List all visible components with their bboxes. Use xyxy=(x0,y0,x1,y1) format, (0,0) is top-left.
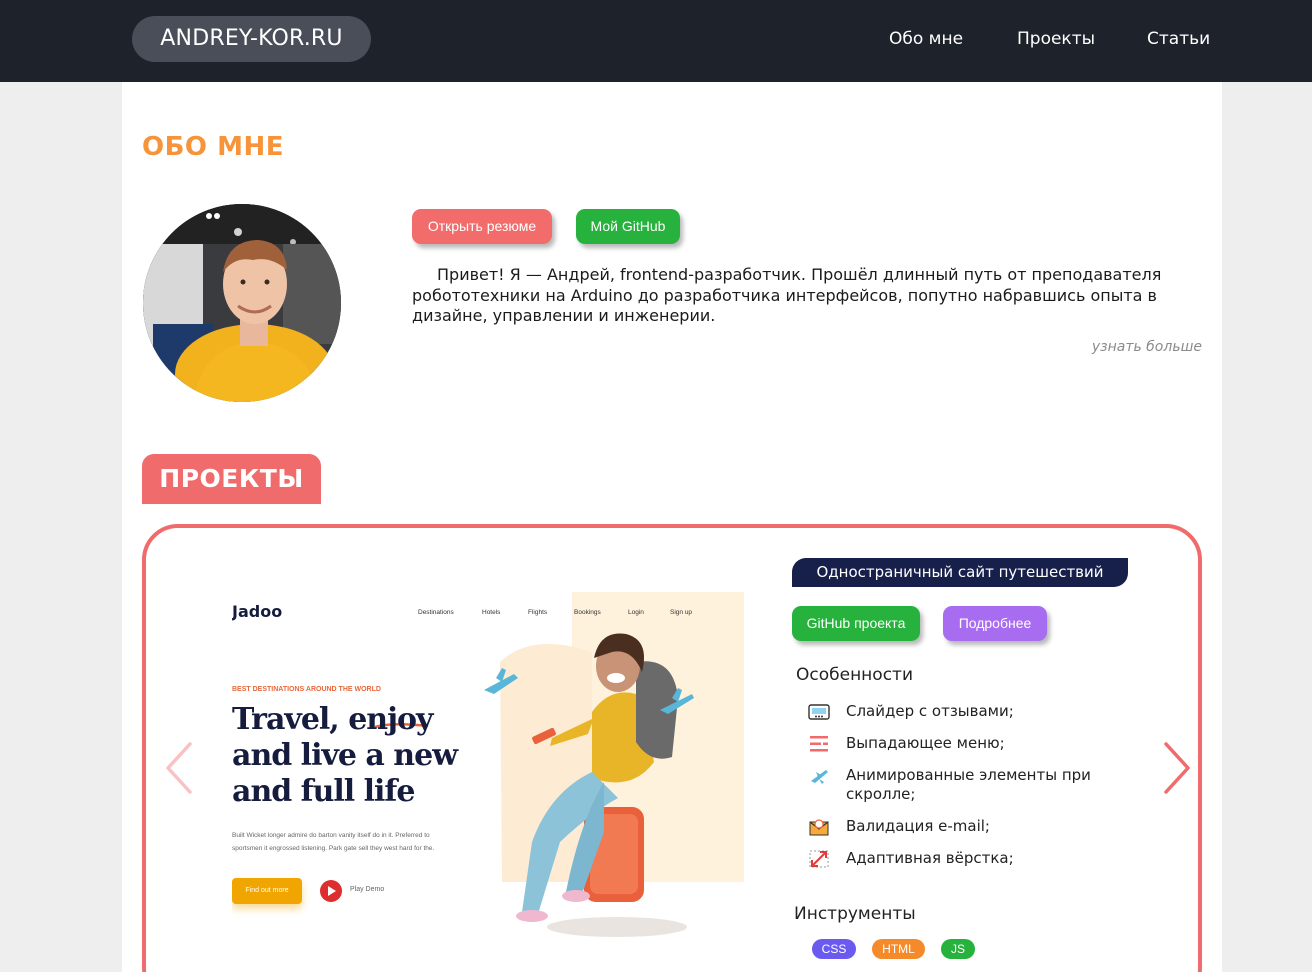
airplane-icon xyxy=(811,770,828,784)
github-button[interactable]: Мой GitHub xyxy=(576,209,680,244)
about-heading: ОБО МНЕ xyxy=(142,132,284,162)
feature-text: Выпадающее меню; xyxy=(846,734,1005,752)
resize-arrow-icon xyxy=(809,850,829,868)
feature-text: Валидация e-mail; xyxy=(846,817,990,835)
nav-projects[interactable]: Проекты xyxy=(1017,28,1095,50)
about-intro: Привет! Я — Андрей, frontend-разработчик… xyxy=(412,265,1162,325)
chevron-right-icon xyxy=(1164,742,1190,794)
main-content: ОБО МНЕ Открыть резюме Мой GitHub Привет… xyxy=(122,82,1222,972)
feature-text: Анимированные элементы при скролле; xyxy=(846,766,1091,803)
avatar xyxy=(143,204,341,402)
preview-cta: Find out more xyxy=(232,878,302,904)
feature-text: Слайдер с отзывами; xyxy=(846,702,1014,720)
preview-nav-item: Flights xyxy=(528,609,548,616)
project-details-button[interactable]: Подробнее xyxy=(943,606,1047,641)
chevron-left-icon xyxy=(166,742,192,794)
play-icon xyxy=(320,880,342,902)
site-header: ANDREY-KOR.RU Обо мне Проекты Статьи xyxy=(0,0,1312,82)
prev-project-button[interactable] xyxy=(162,738,202,798)
preview-nav-item: Destinations xyxy=(418,609,454,616)
tag-js: JS xyxy=(941,939,975,959)
projects-heading: ПРОЕКТЫ xyxy=(142,454,321,504)
feature-item: Адаптивная вёрстка; xyxy=(808,849,1108,868)
preview-body: Built Wicket longer admire do barton van… xyxy=(232,832,435,852)
learn-more-link[interactable]: узнать больше xyxy=(1092,339,1202,355)
nav-articles[interactable]: Статьи xyxy=(1147,28,1210,50)
main-nav: Обо мне Проекты Статьи xyxy=(0,28,1312,54)
tools-heading: Инструменты xyxy=(794,904,916,924)
features-heading: Особенности xyxy=(796,665,913,685)
slider-icon xyxy=(808,704,830,720)
project-title: Одностраничный сайт путешествий xyxy=(792,558,1128,587)
feature-item: Выпадающее меню; xyxy=(808,734,1108,753)
project-preview-image[interactable]: Jadoo Destinations Hotels Flights Bookin… xyxy=(232,592,744,942)
preview-logo: Jadoo xyxy=(232,602,283,621)
feature-text: Адаптивная вёрстка; xyxy=(846,849,1014,867)
preview-nav-item: Hotels xyxy=(482,609,501,616)
tag-css: CSS xyxy=(812,939,856,959)
features-list: Слайдер с отзывами; Выпадающее меню; Ани… xyxy=(808,702,1108,881)
envelope-icon xyxy=(809,819,829,836)
next-project-button[interactable] xyxy=(1156,738,1196,798)
nav-about[interactable]: Обо мне xyxy=(889,28,963,50)
project-github-button[interactable]: GitHub проекта xyxy=(792,606,920,641)
preview-play-label: Play Demo xyxy=(350,886,385,893)
preview-nav-item: Bookings xyxy=(574,609,601,616)
open-resume-button[interactable]: Открыть резюме xyxy=(412,209,552,244)
preview-nav-item: Sign up xyxy=(670,609,693,616)
preview-kicker: BEST DESTINATIONS AROUND THE WORLD xyxy=(232,686,381,693)
feature-item: Анимированные элементы при скролле; xyxy=(808,766,1108,804)
feature-item: Валидация e-mail; xyxy=(808,817,1108,836)
feature-item: Слайдер с отзывами; xyxy=(808,702,1108,721)
dropdown-menu-icon xyxy=(810,736,828,752)
avatar-photo xyxy=(143,204,341,402)
preview-nav-item: Login xyxy=(628,609,644,616)
tag-html: HTML xyxy=(872,939,925,959)
preview-headline: Travel, enjoy and live a new and full li… xyxy=(232,702,458,809)
project-card: Jadoo Destinations Hotels Flights Bookin… xyxy=(142,524,1202,972)
